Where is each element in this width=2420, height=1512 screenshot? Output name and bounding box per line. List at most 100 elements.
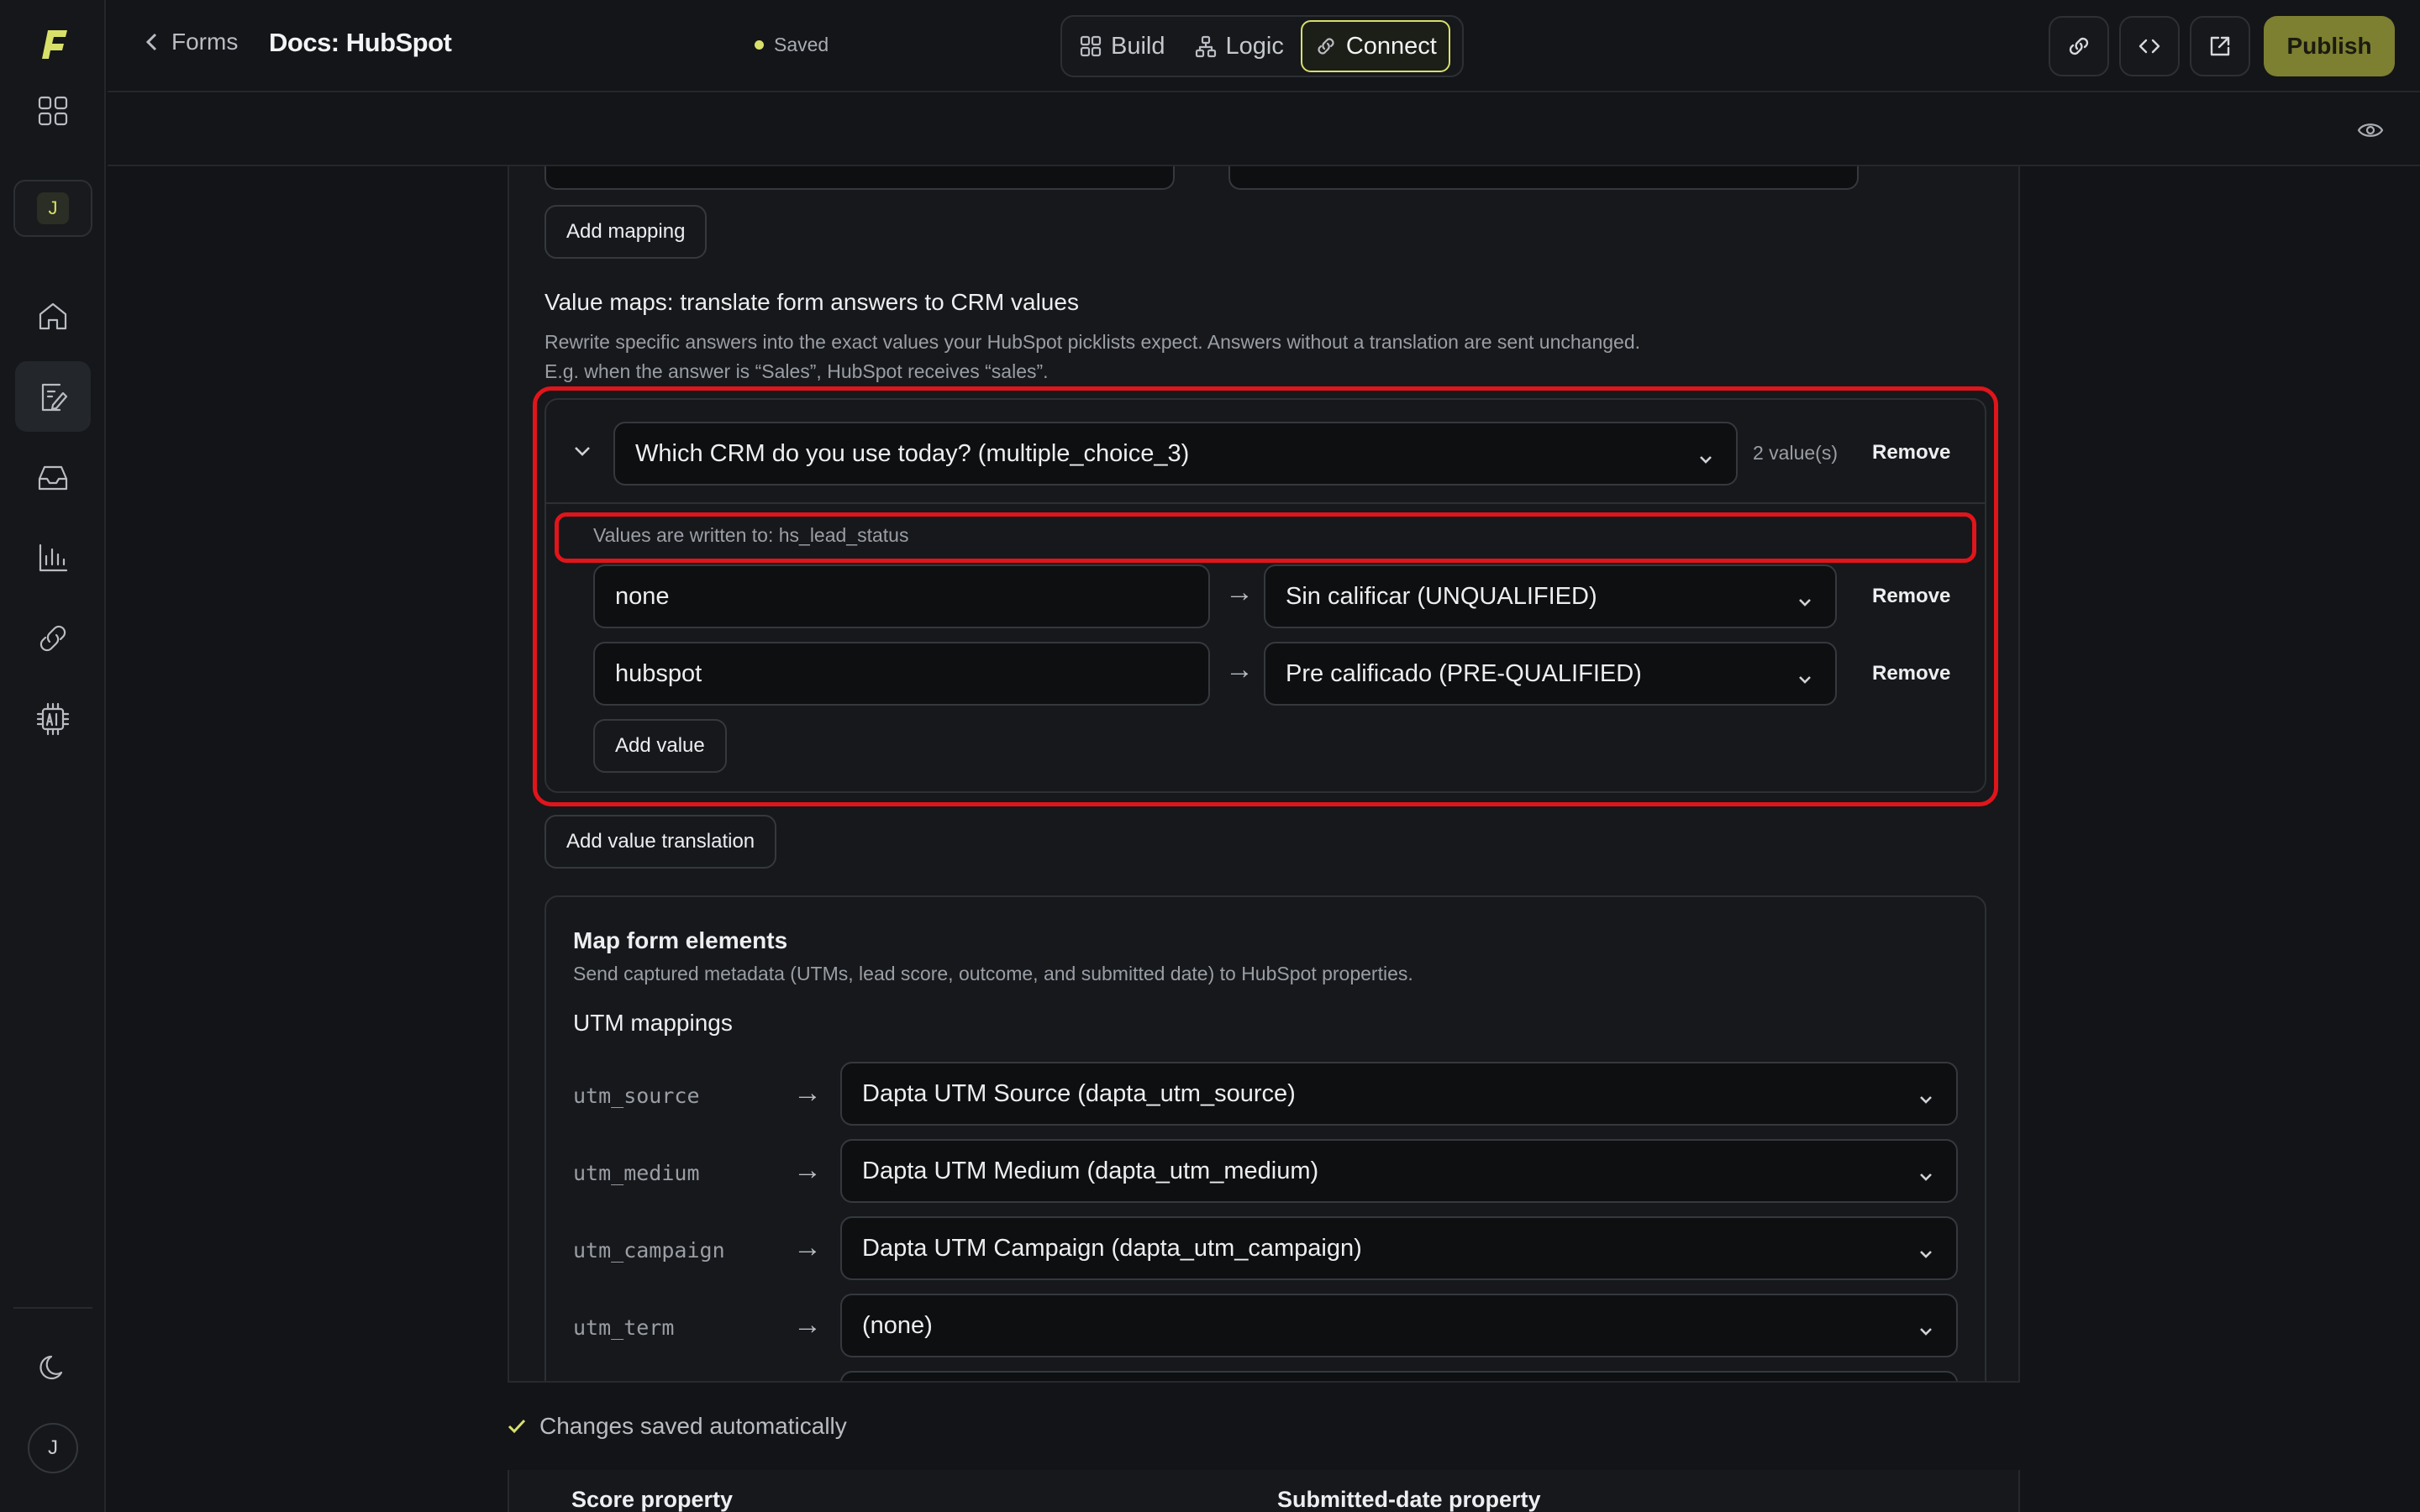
chevron-down-icon xyxy=(1918,1242,1934,1258)
crm-value: Sin calificar (UNQUALIFIED) xyxy=(1286,582,1597,610)
mapping-target-field[interactable] xyxy=(1228,166,1859,190)
logic-tree-icon xyxy=(1195,35,1216,58)
remove-row-button[interactable]: Remove xyxy=(1872,585,1950,608)
add-value-translation-button[interactable]: Add value translation xyxy=(544,815,777,869)
connect-panel: Add mapping Value maps: translate form a… xyxy=(508,166,2020,1383)
workspace-initial: J xyxy=(37,192,69,224)
map-form-elements-title: Map form elements xyxy=(573,927,788,953)
answer-input[interactable]: hubspot xyxy=(593,642,1210,706)
value-maps-heading: Value maps: translate form answers to CR… xyxy=(544,289,1079,315)
question-select[interactable]: Which CRM do you use today? (multiple_ch… xyxy=(613,422,1738,486)
chevron-down-icon xyxy=(1797,590,1813,606)
answer-value: none xyxy=(615,582,670,610)
embed-code-button[interactable] xyxy=(2119,16,2180,76)
question-select-value: Which CRM do you use today? (multiple_ch… xyxy=(635,439,1190,467)
value-maps-description: Rewrite specific answers into the exact … xyxy=(544,331,1641,353)
utm-key: utm_source xyxy=(573,1084,700,1108)
tab-logic-label: Logic xyxy=(1225,32,1284,60)
tab-logic[interactable]: Logic xyxy=(1182,20,1296,72)
submitted-date-property-label: Submitted-date property xyxy=(1277,1487,1541,1512)
save-status: Saved xyxy=(755,34,829,56)
topbar: Forms Docs: HubSpot Saved Build Logic Co… xyxy=(108,0,2420,92)
integrations-link-icon[interactable] xyxy=(15,603,91,674)
chevron-down-icon xyxy=(1697,447,1714,464)
workspace-switcher[interactable]: J xyxy=(13,180,92,237)
code-icon xyxy=(2139,39,2160,54)
arrow-right-icon: → xyxy=(1225,654,1254,685)
chevron-down-icon xyxy=(1918,1087,1934,1104)
footer: Changes saved automatically Score proper… xyxy=(108,1383,2420,1512)
autosave-status: Changes saved automatically xyxy=(506,1413,847,1440)
utm-mappings-heading: UTM mappings xyxy=(573,1010,733,1036)
mapping-source-field[interactable] xyxy=(544,166,1175,190)
collapse-chevron-icon[interactable] xyxy=(571,440,593,462)
utm-property-value: Dapta UTM Medium (dapta_utm_medium) xyxy=(862,1157,1319,1184)
sub-toolbar xyxy=(108,94,2420,166)
home-icon[interactable] xyxy=(15,281,91,351)
written-to-label: Values are written to: hs_lead_status xyxy=(593,524,909,546)
map-form-elements-description: Send captured metadata (UTMs, lead score… xyxy=(573,963,1413,984)
answer-input[interactable]: none xyxy=(593,564,1210,628)
properties-strip: Score property Submitted-date property xyxy=(508,1470,2020,1512)
user-avatar[interactable]: J xyxy=(28,1423,78,1473)
answer-value: hubspot xyxy=(615,659,702,687)
remove-value-map-button[interactable]: Remove xyxy=(1872,441,1950,465)
share-link-button[interactable] xyxy=(2049,16,2109,76)
sidebar-divider xyxy=(13,1307,92,1309)
chevron-down-icon xyxy=(1918,1164,1934,1181)
save-status-label: Saved xyxy=(774,34,829,55)
user-initial: J xyxy=(48,1436,58,1459)
utm-property-select[interactable]: Dapta UTM Campaign (dapta_utm_campaign) xyxy=(840,1216,1958,1280)
preview-eye-icon[interactable] xyxy=(2356,116,2385,144)
utm-property-value: (none) xyxy=(862,1311,933,1339)
value-maps-example: E.g. when the answer is “Sales”, HubSpot… xyxy=(544,360,1049,382)
arrow-right-icon: → xyxy=(793,1309,822,1341)
utm-property-value: Dapta UTM Source (dapta_utm_source) xyxy=(862,1079,1296,1107)
utm-property-select[interactable]: (none) xyxy=(840,1294,1958,1357)
forms-edit-icon[interactable] xyxy=(15,361,91,432)
remove-row-button[interactable]: Remove xyxy=(1872,662,1950,685)
utm-property-select[interactable]: Dapta UTM Medium (dapta_utm_medium) xyxy=(840,1139,1958,1203)
dark-mode-moon-icon[interactable] xyxy=(15,1332,91,1403)
chevron-left-icon xyxy=(145,33,157,51)
utm-property-select[interactable] xyxy=(840,1371,1958,1381)
tab-connect[interactable]: Connect xyxy=(1300,20,1450,72)
utm-key: utm_medium xyxy=(573,1161,700,1185)
status-dot-icon xyxy=(755,40,764,50)
add-value-button[interactable]: Add value xyxy=(593,719,727,773)
page-title: Docs: HubSpot xyxy=(269,28,452,57)
score-property-label: Score property xyxy=(571,1487,734,1512)
open-external-button[interactable] xyxy=(2190,16,2250,76)
link-icon xyxy=(2069,37,2089,55)
utm-property-value: Dapta UTM Campaign (dapta_utm_campaign) xyxy=(862,1234,1362,1262)
check-icon xyxy=(508,1419,526,1434)
card-divider xyxy=(546,502,1985,504)
back-to-forms-link[interactable]: Forms xyxy=(141,29,238,55)
back-label: Forms xyxy=(171,29,239,55)
inbox-icon[interactable] xyxy=(15,442,91,512)
chevron-down-icon xyxy=(1918,1319,1934,1336)
grid-icon xyxy=(1080,35,1102,57)
add-mapping-button[interactable]: Add mapping xyxy=(544,205,708,259)
utm-key: utm_campaign xyxy=(573,1238,725,1263)
apps-grid-icon[interactable] xyxy=(15,76,91,146)
value-count: 2 value(s) xyxy=(1753,442,1838,464)
link-icon xyxy=(1318,38,1334,55)
crm-value: Pre calificado (PRE-QUALIFIED) xyxy=(1286,659,1642,687)
arrow-right-icon: → xyxy=(1225,576,1254,608)
app-logo[interactable] xyxy=(34,25,72,64)
tab-build-label: Build xyxy=(1111,32,1165,60)
utm-property-select[interactable]: Dapta UTM Source (dapta_utm_source) xyxy=(840,1062,1958,1126)
utm-key: utm_term xyxy=(573,1315,675,1340)
crm-value-select[interactable]: Pre calificado (PRE-QUALIFIED) xyxy=(1264,642,1837,706)
mode-tabs: Build Logic Connect xyxy=(1060,15,1464,77)
sidebar: J J xyxy=(0,0,106,1512)
arrow-right-icon: → xyxy=(793,1231,822,1263)
ai-chip-icon[interactable] xyxy=(15,684,91,754)
crm-value-select[interactable]: Sin calificar (UNQUALIFIED) xyxy=(1264,564,1837,628)
publish-button[interactable]: Publish xyxy=(2264,16,2395,76)
value-map-card: Which CRM do you use today? (multiple_ch… xyxy=(544,398,1986,793)
analytics-icon[interactable] xyxy=(15,522,91,593)
tab-build[interactable]: Build xyxy=(1067,20,1177,72)
arrow-right-icon: → xyxy=(793,1154,822,1186)
